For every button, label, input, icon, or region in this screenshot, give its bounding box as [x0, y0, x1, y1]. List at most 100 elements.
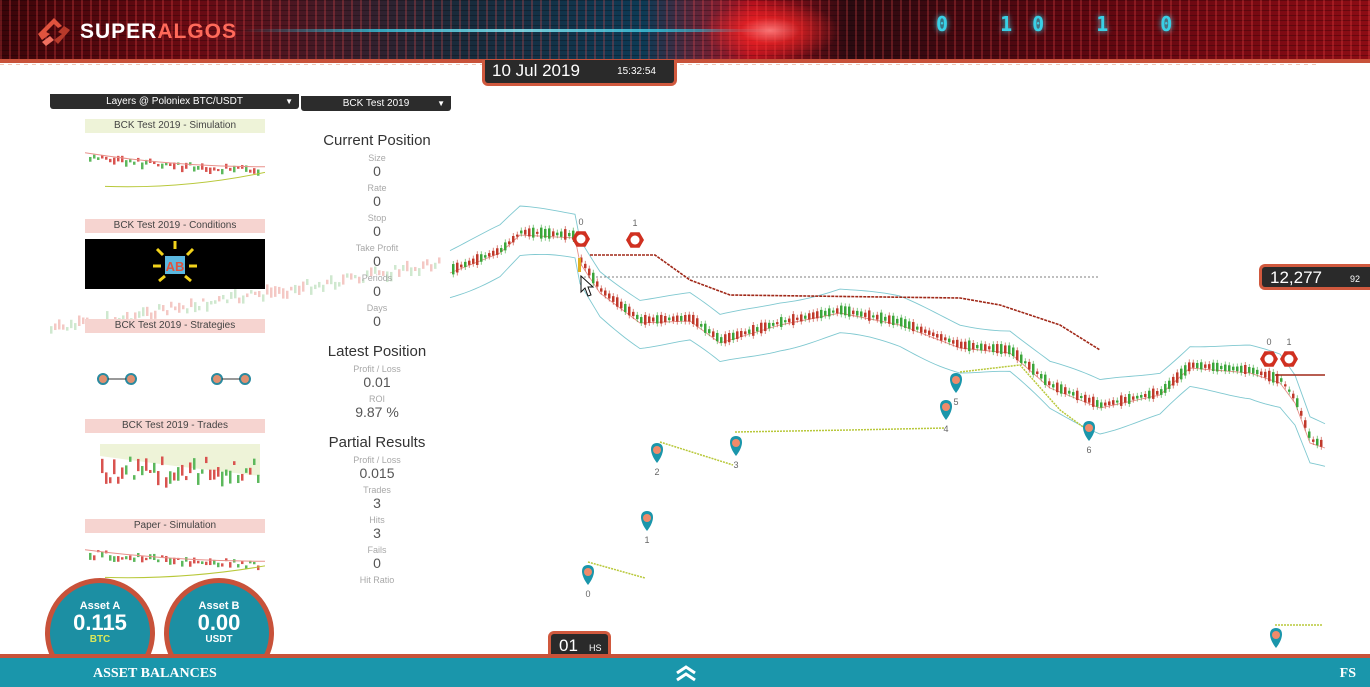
thumb-candle — [217, 562, 220, 568]
layer-title-trades[interactable]: BCK Test 2019 - Trades — [85, 419, 265, 433]
thumb-candle — [201, 561, 204, 565]
timeframe-unit: HS — [589, 643, 602, 653]
thumb-candle — [225, 469, 228, 476]
stat-label: Hits — [369, 515, 385, 525]
thumb-candle — [153, 462, 156, 473]
candle-body — [940, 334, 943, 341]
layer-title-paper-simulation[interactable]: Paper - Simulation — [85, 519, 265, 533]
background-candle — [214, 300, 217, 304]
candle-body — [992, 344, 995, 353]
candle-body — [456, 262, 459, 273]
candle-body — [1264, 371, 1267, 378]
bck-test-dropdown[interactable]: BCK Test 2019 ▼ — [301, 96, 451, 111]
thumb-candle — [93, 154, 96, 159]
candle-body — [608, 293, 611, 299]
candle-body — [1132, 396, 1135, 400]
pin-dot — [584, 568, 592, 576]
background-candle — [286, 290, 289, 299]
background-candle — [54, 323, 57, 331]
asset-b-value: 0.00 — [197, 610, 241, 635]
candle-body — [1228, 365, 1231, 372]
layer-thumbnail-strategies[interactable] — [85, 367, 265, 389]
candle-body — [920, 326, 923, 333]
candle-body — [796, 317, 799, 320]
candle-body — [1140, 395, 1143, 398]
thumb-candle — [241, 561, 244, 565]
candle-body — [556, 232, 559, 236]
dropdown-arrow-icon: ▼ — [285, 97, 293, 106]
candle-body — [916, 326, 919, 330]
current-position-rows: Size 0 Rate 0 Stop 0 Take Profit 0 Periods 0 Days 0 — [312, 153, 442, 329]
candle-body — [1240, 365, 1243, 373]
candle-body — [640, 317, 643, 323]
candle-body — [472, 258, 475, 264]
candle-body — [1300, 410, 1303, 416]
candle-body — [612, 296, 615, 302]
candle-body — [812, 312, 815, 319]
thumb-candle — [117, 556, 120, 562]
price-value: 12,277 — [1270, 268, 1322, 287]
stat-label: Fails — [367, 545, 387, 555]
background-candle — [74, 323, 77, 330]
candle-body — [1096, 400, 1099, 407]
candle-body — [1020, 354, 1023, 363]
candle-body — [776, 322, 779, 325]
take-profit-line — [959, 364, 1091, 433]
candle-body — [732, 332, 735, 341]
pin-dot — [1272, 631, 1280, 639]
layer-thumbnail-simulation[interactable] — [85, 136, 265, 192]
candle-body — [828, 308, 831, 317]
layer-title-conditions[interactable]: BCK Test 2019 - Conditions — [85, 219, 265, 233]
background-candle — [186, 308, 189, 314]
pin-dot — [942, 403, 950, 411]
thumb-candle — [129, 555, 132, 561]
asset-balances-label[interactable]: ASSET BALANCES — [93, 666, 217, 682]
candle-body — [676, 315, 679, 322]
background-candle — [182, 305, 185, 310]
thumb-candle — [137, 458, 140, 472]
trade-pin-icon: 6 — [1083, 421, 1095, 455]
candle-body — [592, 272, 595, 284]
asset-a-currency: BTC — [89, 634, 111, 645]
candle-body — [492, 250, 495, 256]
background-candle — [258, 291, 261, 298]
candle-body — [1172, 376, 1175, 386]
candle-body — [656, 315, 659, 324]
thumb-candle — [125, 465, 128, 475]
background-candle — [138, 311, 141, 318]
candle-body — [884, 316, 887, 321]
candle-body — [716, 332, 719, 342]
background-candle — [266, 284, 269, 295]
fullscreen-button[interactable]: FS — [1340, 666, 1356, 682]
layer-title-simulation[interactable]: BCK Test 2019 - Simulation — [85, 119, 265, 133]
take-profit-line — [734, 427, 946, 433]
thumb-candle — [117, 476, 120, 484]
trade-label: 2 — [654, 467, 659, 477]
candle-body — [1136, 395, 1139, 399]
candle-body — [872, 315, 875, 318]
thumb-candle — [197, 560, 200, 564]
thumb-candle — [257, 565, 260, 571]
thumb-candle — [165, 555, 168, 562]
thumb-candle — [189, 561, 192, 567]
candle-body — [1288, 389, 1291, 392]
layer-thumbnail-conditions[interactable]: AB — [85, 239, 265, 289]
superalgos-logo[interactable]: SUPER ALGOS — [34, 16, 237, 48]
chevron-up-icon[interactable] — [674, 664, 698, 682]
strategy-label: 0 — [1266, 337, 1271, 347]
candle-body — [1220, 365, 1223, 370]
layer-thumbnail-paper-simulation[interactable] — [85, 536, 265, 582]
stat-value: 0 — [373, 313, 381, 329]
thumb-candle — [233, 461, 236, 465]
stat-value: 0.015 — [359, 465, 395, 481]
candle-body — [636, 314, 639, 320]
background-candle — [246, 293, 249, 298]
layers-dropdown[interactable]: Layers @ Poloniex BTC/USDT ▼ — [50, 94, 299, 109]
candle-body — [1080, 395, 1083, 399]
candle-body — [504, 242, 507, 251]
layer-title-strategies[interactable]: BCK Test 2019 - Strategies — [85, 319, 265, 333]
current-candle — [578, 258, 581, 272]
thumb-candle — [189, 462, 192, 474]
layer-thumbnail-trades[interactable] — [85, 436, 265, 492]
background-candle — [294, 284, 297, 294]
